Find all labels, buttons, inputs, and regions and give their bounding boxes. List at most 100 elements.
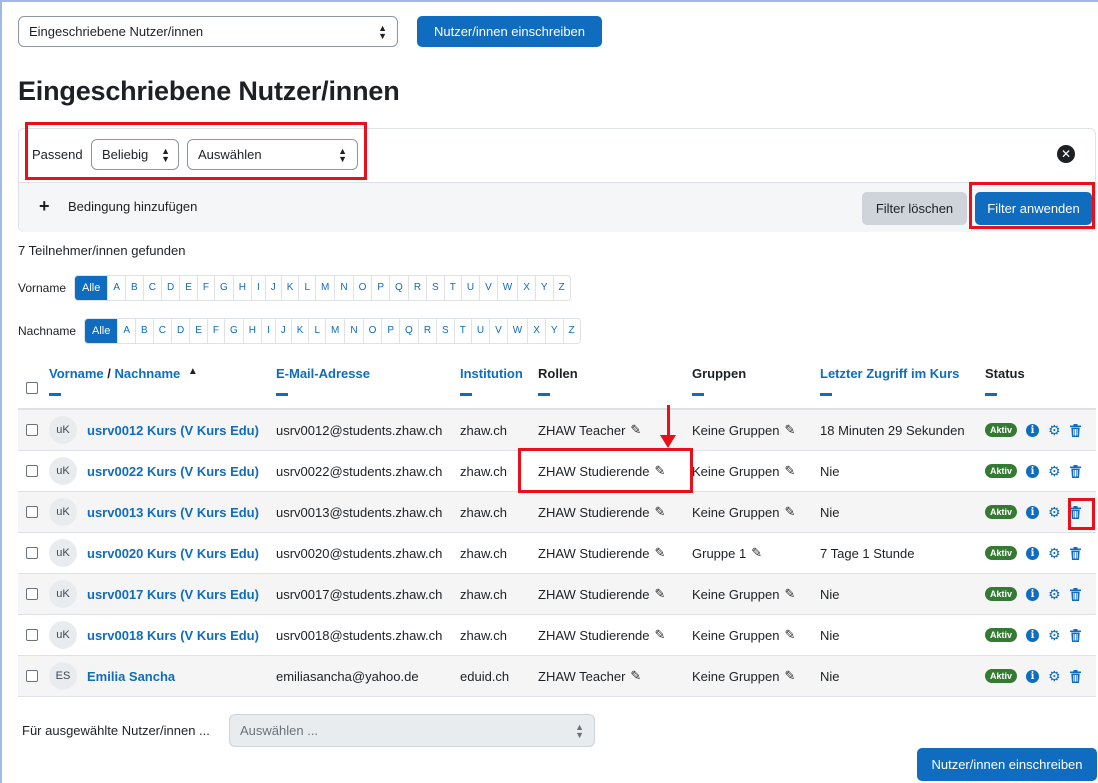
- pencil-icon[interactable]: ✎: [655, 504, 666, 520]
- firstname-initial-e[interactable]: E: [180, 276, 198, 300]
- column-collapse-icon[interactable]: [538, 393, 550, 396]
- pencil-icon[interactable]: ✎: [630, 422, 641, 438]
- row-checkbox[interactable]: [26, 506, 38, 518]
- user-name-link[interactable]: usrv0017 Kurs (V Kurs Edu): [87, 587, 259, 602]
- info-icon[interactable]: i: [1026, 546, 1040, 560]
- firstname-initial-z[interactable]: Z: [554, 276, 570, 300]
- info-icon[interactable]: i: [1026, 423, 1040, 437]
- firstname-initial-o[interactable]: O: [354, 276, 373, 300]
- firstname-initial-u[interactable]: U: [462, 276, 481, 300]
- lastname-initial-v[interactable]: V: [490, 319, 508, 343]
- pencil-icon[interactable]: ✎: [784, 586, 795, 602]
- firstname-initial-all[interactable]: Alle: [75, 276, 109, 300]
- firstname-initial-y[interactable]: Y: [536, 276, 554, 300]
- firstname-initial-q[interactable]: Q: [390, 276, 409, 300]
- column-collapse-icon[interactable]: [276, 393, 288, 396]
- trash-icon[interactable]: [1069, 464, 1081, 478]
- trash-icon[interactable]: [1069, 628, 1081, 642]
- lastname-initial-j[interactable]: J: [276, 319, 292, 343]
- pencil-icon[interactable]: ✎: [784, 627, 795, 643]
- lastname-initial-o[interactable]: O: [364, 319, 383, 343]
- firstname-initial-s[interactable]: S: [427, 276, 445, 300]
- row-checkbox[interactable]: [26, 629, 38, 641]
- trash-icon[interactable]: [1069, 669, 1081, 683]
- user-name-link[interactable]: usrv0022 Kurs (V Kurs Edu): [87, 464, 259, 479]
- trash-icon[interactable]: [1069, 546, 1081, 560]
- row-checkbox[interactable]: [26, 588, 38, 600]
- firstname-initial-h[interactable]: H: [234, 276, 252, 300]
- lastname-initial-p[interactable]: P: [382, 319, 401, 343]
- lastname-initial-k[interactable]: K: [292, 319, 310, 343]
- trash-icon[interactable]: [1069, 587, 1081, 601]
- page-select[interactable]: Eingeschriebene Nutzer/innen ▲ ▼: [18, 16, 398, 47]
- sort-last-access-link[interactable]: Letzter Zugriff im Kurs: [820, 366, 959, 381]
- enrol-users-button-bottom[interactable]: Nutzer/innen einschreiben: [917, 748, 1097, 781]
- lastname-initial-y[interactable]: Y: [546, 319, 564, 343]
- enrol-users-button-top[interactable]: Nutzer/innen einschreiben: [417, 16, 602, 47]
- pencil-icon[interactable]: ✎: [784, 504, 795, 520]
- lastname-initial-g[interactable]: G: [225, 319, 244, 343]
- close-circle-icon[interactable]: ✕: [1057, 145, 1075, 163]
- firstname-initial-m[interactable]: M: [316, 276, 336, 300]
- trash-icon[interactable]: [1069, 423, 1081, 437]
- add-condition-link[interactable]: Bedingung hinzufügen: [68, 199, 197, 214]
- pencil-icon[interactable]: ✎: [655, 627, 666, 643]
- firstname-initial-g[interactable]: G: [215, 276, 234, 300]
- column-collapse-icon[interactable]: [820, 393, 832, 396]
- plus-icon[interactable]: +: [39, 196, 50, 217]
- row-checkbox[interactable]: [26, 465, 38, 477]
- lastname-initial-all[interactable]: Alle: [85, 319, 119, 343]
- sort-lastname-link[interactable]: Nachname: [115, 366, 181, 381]
- info-icon[interactable]: i: [1026, 505, 1040, 519]
- firstname-initial-t[interactable]: T: [445, 276, 462, 300]
- firstname-initial-f[interactable]: F: [198, 276, 215, 300]
- lastname-initial-d[interactable]: D: [172, 319, 191, 343]
- lastname-initial-u[interactable]: U: [472, 319, 491, 343]
- firstname-initial-c[interactable]: C: [144, 276, 162, 300]
- lastname-initial-t[interactable]: T: [455, 319, 472, 343]
- firstname-initial-x[interactable]: X: [518, 276, 536, 300]
- lastname-initial-n[interactable]: N: [345, 319, 364, 343]
- user-name-link[interactable]: usrv0018 Kurs (V Kurs Edu): [87, 628, 259, 643]
- firstname-initial-j[interactable]: J: [266, 276, 282, 300]
- gear-icon[interactable]: ⚙: [1048, 586, 1061, 603]
- lastname-initial-m[interactable]: M: [326, 319, 346, 343]
- user-name-link[interactable]: usrv0020 Kurs (V Kurs Edu): [87, 546, 259, 561]
- column-collapse-icon[interactable]: [49, 393, 61, 396]
- lastname-initial-w[interactable]: W: [508, 319, 529, 343]
- column-collapse-icon[interactable]: [460, 393, 472, 396]
- user-name-link[interactable]: usrv0013 Kurs (V Kurs Edu): [87, 505, 259, 520]
- bulk-action-select[interactable]: Auswählen ... ▲ ▼: [229, 714, 595, 747]
- pencil-icon[interactable]: ✎: [784, 668, 795, 684]
- sort-institution-link[interactable]: Institution: [460, 366, 523, 381]
- sort-email-link[interactable]: E-Mail-Adresse: [276, 366, 370, 381]
- firstname-initial-i[interactable]: I: [252, 276, 266, 300]
- pencil-icon[interactable]: ✎: [630, 668, 641, 684]
- lastname-initial-z[interactable]: Z: [564, 319, 580, 343]
- sort-firstname-link[interactable]: Vorname: [49, 366, 104, 381]
- lastname-initial-b[interactable]: B: [136, 319, 154, 343]
- info-icon[interactable]: i: [1026, 628, 1040, 642]
- lastname-initial-f[interactable]: F: [208, 319, 225, 343]
- match-select[interactable]: Beliebig ▲ ▼: [91, 139, 179, 170]
- pencil-icon[interactable]: ✎: [655, 586, 666, 602]
- trash-icon[interactable]: [1069, 505, 1081, 519]
- lastname-initial-s[interactable]: S: [437, 319, 455, 343]
- gear-icon[interactable]: ⚙: [1048, 463, 1061, 480]
- firstname-initial-v[interactable]: V: [480, 276, 498, 300]
- clear-filter-button[interactable]: Filter löschen: [862, 192, 967, 225]
- gear-icon[interactable]: ⚙: [1048, 504, 1061, 521]
- info-icon[interactable]: i: [1026, 587, 1040, 601]
- lastname-initial-i[interactable]: I: [262, 319, 276, 343]
- lastname-initial-a[interactable]: A: [118, 319, 137, 343]
- lastname-initial-x[interactable]: X: [528, 319, 546, 343]
- firstname-initial-n[interactable]: N: [335, 276, 354, 300]
- pencil-icon[interactable]: ✎: [751, 545, 762, 561]
- pencil-icon[interactable]: ✎: [784, 463, 795, 479]
- pencil-icon[interactable]: ✎: [784, 422, 795, 438]
- pencil-icon[interactable]: ✎: [655, 545, 666, 561]
- user-name-link[interactable]: Emilia Sancha: [87, 669, 175, 684]
- firstname-initial-a[interactable]: A: [108, 276, 127, 300]
- firstname-initial-k[interactable]: K: [282, 276, 300, 300]
- lastname-initial-h[interactable]: H: [244, 319, 262, 343]
